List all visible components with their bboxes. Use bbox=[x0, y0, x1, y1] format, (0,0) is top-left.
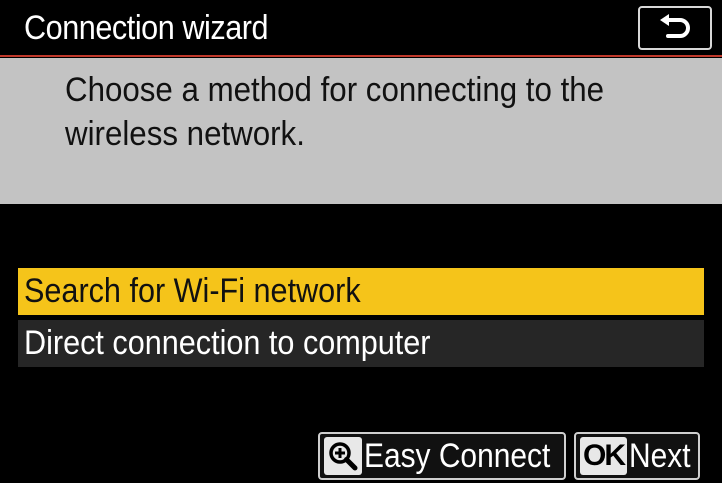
back-button[interactable] bbox=[638, 6, 712, 50]
ok-button-icon: OK bbox=[580, 437, 627, 475]
page-title: Connection wizard bbox=[24, 9, 269, 47]
instruction-panel: Choose a method for connecting to the wi… bbox=[0, 58, 722, 204]
easy-connect-label: Easy Connect bbox=[364, 436, 551, 475]
return-arrow-icon bbox=[658, 14, 692, 42]
next-label: Next bbox=[629, 436, 691, 475]
zoom-in-icon bbox=[324, 437, 362, 475]
connection-wizard-screen: Connection wizard Choose a method for co… bbox=[0, 0, 722, 483]
menu-item-label: Direct connection to computer bbox=[24, 324, 431, 362]
menu-item-search-wifi[interactable]: Search for Wi-Fi network bbox=[18, 268, 704, 315]
instruction-text: Choose a method for connecting to the wi… bbox=[65, 71, 605, 153]
header-divider bbox=[0, 55, 722, 57]
header-bar: Connection wizard bbox=[0, 0, 722, 57]
menu-item-label: Search for Wi-Fi network bbox=[24, 272, 361, 310]
next-button[interactable]: OK Next bbox=[574, 432, 700, 480]
easy-connect-button[interactable]: Easy Connect bbox=[318, 432, 566, 480]
menu-item-direct-connection[interactable]: Direct connection to computer bbox=[18, 320, 704, 367]
